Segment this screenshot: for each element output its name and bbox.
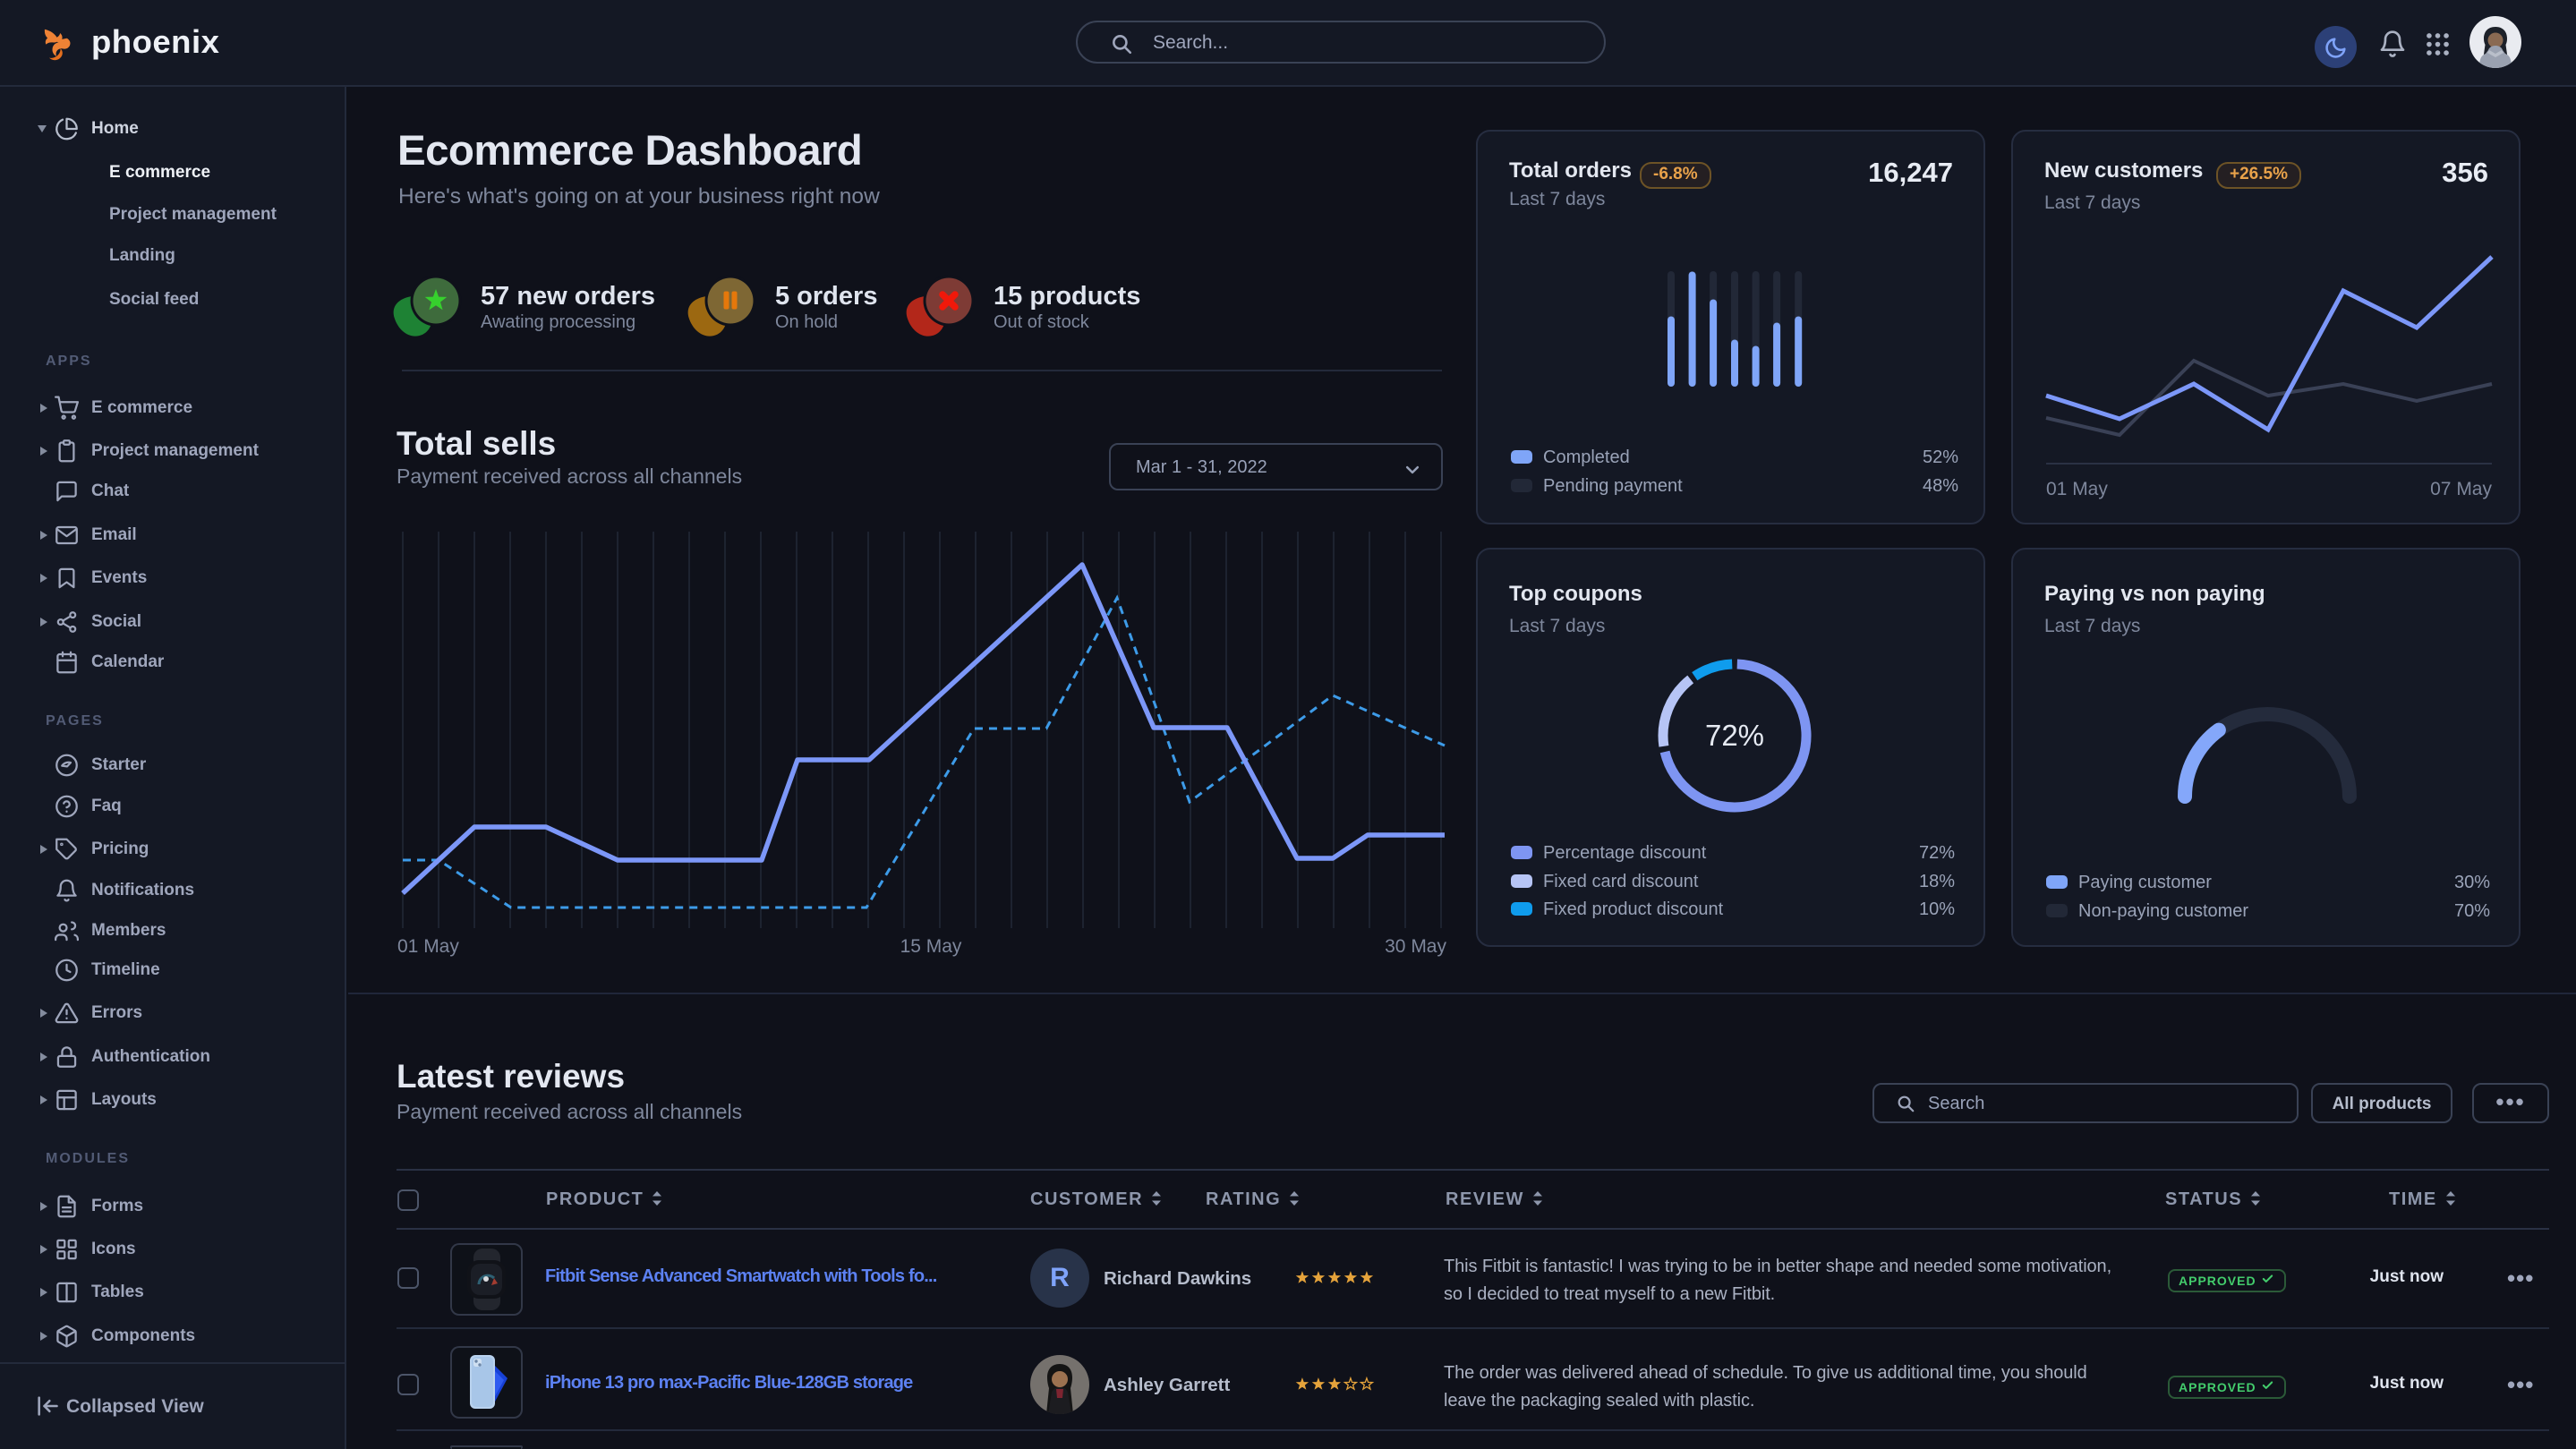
svg-text:01 May: 01 May [397,936,459,957]
svg-text:15 May: 15 May [900,936,962,957]
svg-text:01 May: 01 May [2046,479,2108,499]
svg-text:07 May: 07 May [2430,479,2492,499]
svg-text:30 May: 30 May [1385,936,1446,957]
svg-text:72%: 72% [1705,719,1764,752]
